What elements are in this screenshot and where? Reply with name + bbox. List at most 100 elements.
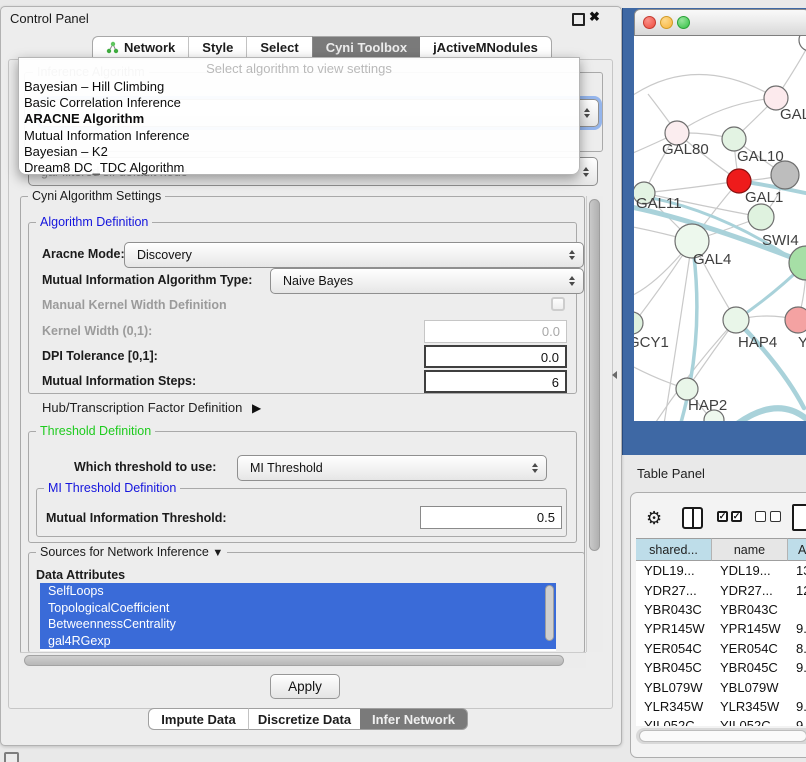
- list-vscrollbar-thumb[interactable]: [545, 585, 554, 641]
- node-label: GAL11: [636, 195, 682, 212]
- settings-vscrollbar[interactable]: [586, 196, 603, 652]
- dropdown-item[interactable]: Bayesian – K2: [19, 144, 579, 160]
- list-item[interactable]: BetweennessCentrality: [40, 616, 556, 633]
- node-label: GAL: [780, 106, 806, 123]
- deselect-all-columns-icon[interactable]: [755, 511, 781, 522]
- kernel-width-label: Kernel Width (0,1):: [42, 324, 152, 338]
- unchecked-box-icon: [755, 511, 766, 522]
- combo-arrows-icon: [569, 250, 575, 260]
- gear-icon[interactable]: ⚙: [646, 508, 662, 529]
- tab-jactive-label: jActiveMNodules: [433, 40, 538, 55]
- panel-divider-arrow-icon[interactable]: [612, 371, 617, 379]
- dropdown-item[interactable]: Mutual Information Inference: [19, 128, 579, 144]
- data-attributes-list: SelfLoops TopologicalCoefficient Between…: [40, 583, 556, 651]
- network-icon: [106, 41, 119, 54]
- hub-definition-label: Hub/Transcription Factor Definition: [42, 400, 242, 415]
- node-label: Y: [798, 334, 806, 351]
- column-header-name[interactable]: name: [712, 538, 788, 561]
- checked-box-icon: ✓: [731, 511, 742, 522]
- manual-kernel-checkbox[interactable]: [551, 297, 565, 311]
- table-row[interactable]: YDR27...YDR27...12: [636, 580, 806, 599]
- table-row[interactable]: YPR145WYPR145W9.: [636, 619, 806, 638]
- mi-steps-field[interactable]: 6: [424, 370, 567, 393]
- dropdown-prompt: Select algorithm to view settings: [19, 58, 579, 77]
- aracne-mode-label: Aracne Mode:: [42, 247, 125, 261]
- close-icon[interactable]: ✖: [589, 9, 600, 25]
- tab-select[interactable]: Select: [246, 36, 311, 59]
- network-canvas[interactable]: GAL GAL80 GAL10 GAL1 GAL11 SWI4 GAL4 GCY…: [634, 36, 806, 421]
- apply-button[interactable]: Apply: [270, 674, 340, 699]
- dpi-tolerance-label: DPI Tolerance [0,1]:: [42, 349, 158, 363]
- table-row[interactable]: YBL079WYBL079W: [636, 677, 806, 696]
- tab-discretize-data[interactable]: Discretize Data: [248, 708, 360, 730]
- tab-jactivemnodules[interactable]: jActiveMNodules: [420, 36, 552, 59]
- node-label: GAL4: [693, 251, 731, 268]
- table-row[interactable]: YER054CYER054C8.: [636, 639, 806, 658]
- aracne-mode-value: Discovery: [137, 248, 192, 262]
- dropdown-item[interactable]: Dream8 DC_TDC Algorithm: [19, 160, 579, 176]
- tab-select-label: Select: [260, 40, 298, 55]
- tab-cyni-toolbox[interactable]: Cyni Toolbox: [312, 36, 420, 59]
- hub-definition-toggle[interactable]: Hub/Transcription Factor Definition ▶: [42, 400, 261, 415]
- node-label: HAP4: [738, 334, 777, 351]
- tab-style[interactable]: Style: [188, 36, 246, 59]
- algorithm-definition-title: Algorithm Definition: [36, 215, 152, 229]
- dropdown-item-selected[interactable]: ARACNE Algorithm: [19, 111, 579, 127]
- dropdown-item[interactable]: Basic Correlation Inference: [19, 95, 579, 111]
- checked-box-icon: ✓: [717, 511, 728, 522]
- collapsed-arrow-icon: ▶: [252, 401, 261, 415]
- settings-hscrollbar[interactable]: [21, 652, 586, 668]
- control-panel-title: Control Panel: [10, 11, 89, 26]
- sources-group-title[interactable]: Sources for Network Inference ▼: [36, 545, 227, 559]
- table-row[interactable]: YBR043CYBR043C: [636, 600, 806, 619]
- node-label: HAP2: [688, 397, 727, 414]
- table-hscrollbar[interactable]: [636, 728, 806, 744]
- table-row[interactable]: YLR345WYLR345W9.: [636, 697, 806, 716]
- mi-type-combo[interactable]: Naive Bayes: [270, 268, 584, 294]
- node-label: GCY1: [634, 334, 669, 351]
- table-body[interactable]: YDL19...YDL19...13 YDR27...YDR27...12 YB…: [636, 561, 806, 726]
- export-table-icon[interactable]: [792, 504, 806, 531]
- mi-threshold-field[interactable]: 0.5: [420, 506, 562, 529]
- close-window-icon[interactable]: [643, 16, 656, 29]
- tab-infer-network[interactable]: Infer Network: [360, 708, 468, 730]
- dropdown-item[interactable]: Bayesian – Hill Climbing: [19, 79, 579, 95]
- table-hscrollbar-thumb[interactable]: [639, 730, 806, 742]
- mi-threshold-group-title: MI Threshold Definition: [44, 481, 180, 495]
- settings-vscrollbar-thumb[interactable]: [589, 199, 600, 551]
- which-threshold-combo[interactable]: MI Threshold: [237, 455, 547, 481]
- minimize-window-icon[interactable]: [660, 16, 673, 29]
- table-row[interactable]: YDL19...YDL19...13: [636, 561, 806, 580]
- select-all-columns-icon[interactable]: ✓ ✓: [717, 511, 742, 522]
- column-header-shared-name[interactable]: shared...: [636, 538, 712, 561]
- list-item[interactable]: gal4RGexp: [40, 633, 556, 650]
- mi-type-value: Naive Bayes: [283, 274, 353, 288]
- expanded-arrow-icon: ▼: [212, 547, 223, 559]
- table-row[interactable]: YBR045CYBR045C9.: [636, 658, 806, 677]
- list-item[interactable]: SelfLoops: [40, 583, 556, 600]
- column-header-partial[interactable]: A: [788, 538, 806, 561]
- list-item[interactable]: TopologicalCoefficient: [40, 600, 556, 617]
- column-layout-icon[interactable]: [682, 507, 703, 529]
- app-root: Control Panel ✖ Network Style Select Cyn…: [0, 0, 806, 762]
- table-row[interactable]: YIL052CYIL052C9: [636, 716, 806, 726]
- aracne-mode-combo[interactable]: Discovery: [124, 242, 584, 268]
- dpi-tolerance-field[interactable]: 0.0: [424, 345, 567, 368]
- float-window-icon[interactable]: [572, 13, 585, 26]
- kernel-width-field[interactable]: 0.0: [424, 320, 567, 343]
- combo-arrows-icon: [569, 276, 575, 286]
- zoom-window-icon[interactable]: [677, 16, 690, 29]
- settings-hscrollbar-thumb[interactable]: [24, 655, 564, 666]
- data-attributes-label: Data Attributes: [36, 568, 125, 582]
- dock-panel-icon[interactable]: [4, 752, 19, 762]
- which-threshold-label: Which threshold to use:: [74, 460, 216, 474]
- combo-arrows-icon: [532, 463, 538, 473]
- sources-label: Sources for Network Inference: [40, 545, 209, 559]
- mi-type-label: Mutual Information Algorithm Type:: [42, 273, 252, 287]
- window-controls: [643, 16, 690, 29]
- combo-arrows-icon: [583, 167, 589, 177]
- tab-network[interactable]: Network: [92, 36, 188, 59]
- tab-impute-data[interactable]: Impute Data: [148, 708, 248, 730]
- node-label: GAL80: [662, 141, 709, 158]
- tab-network-label: Network: [124, 40, 175, 55]
